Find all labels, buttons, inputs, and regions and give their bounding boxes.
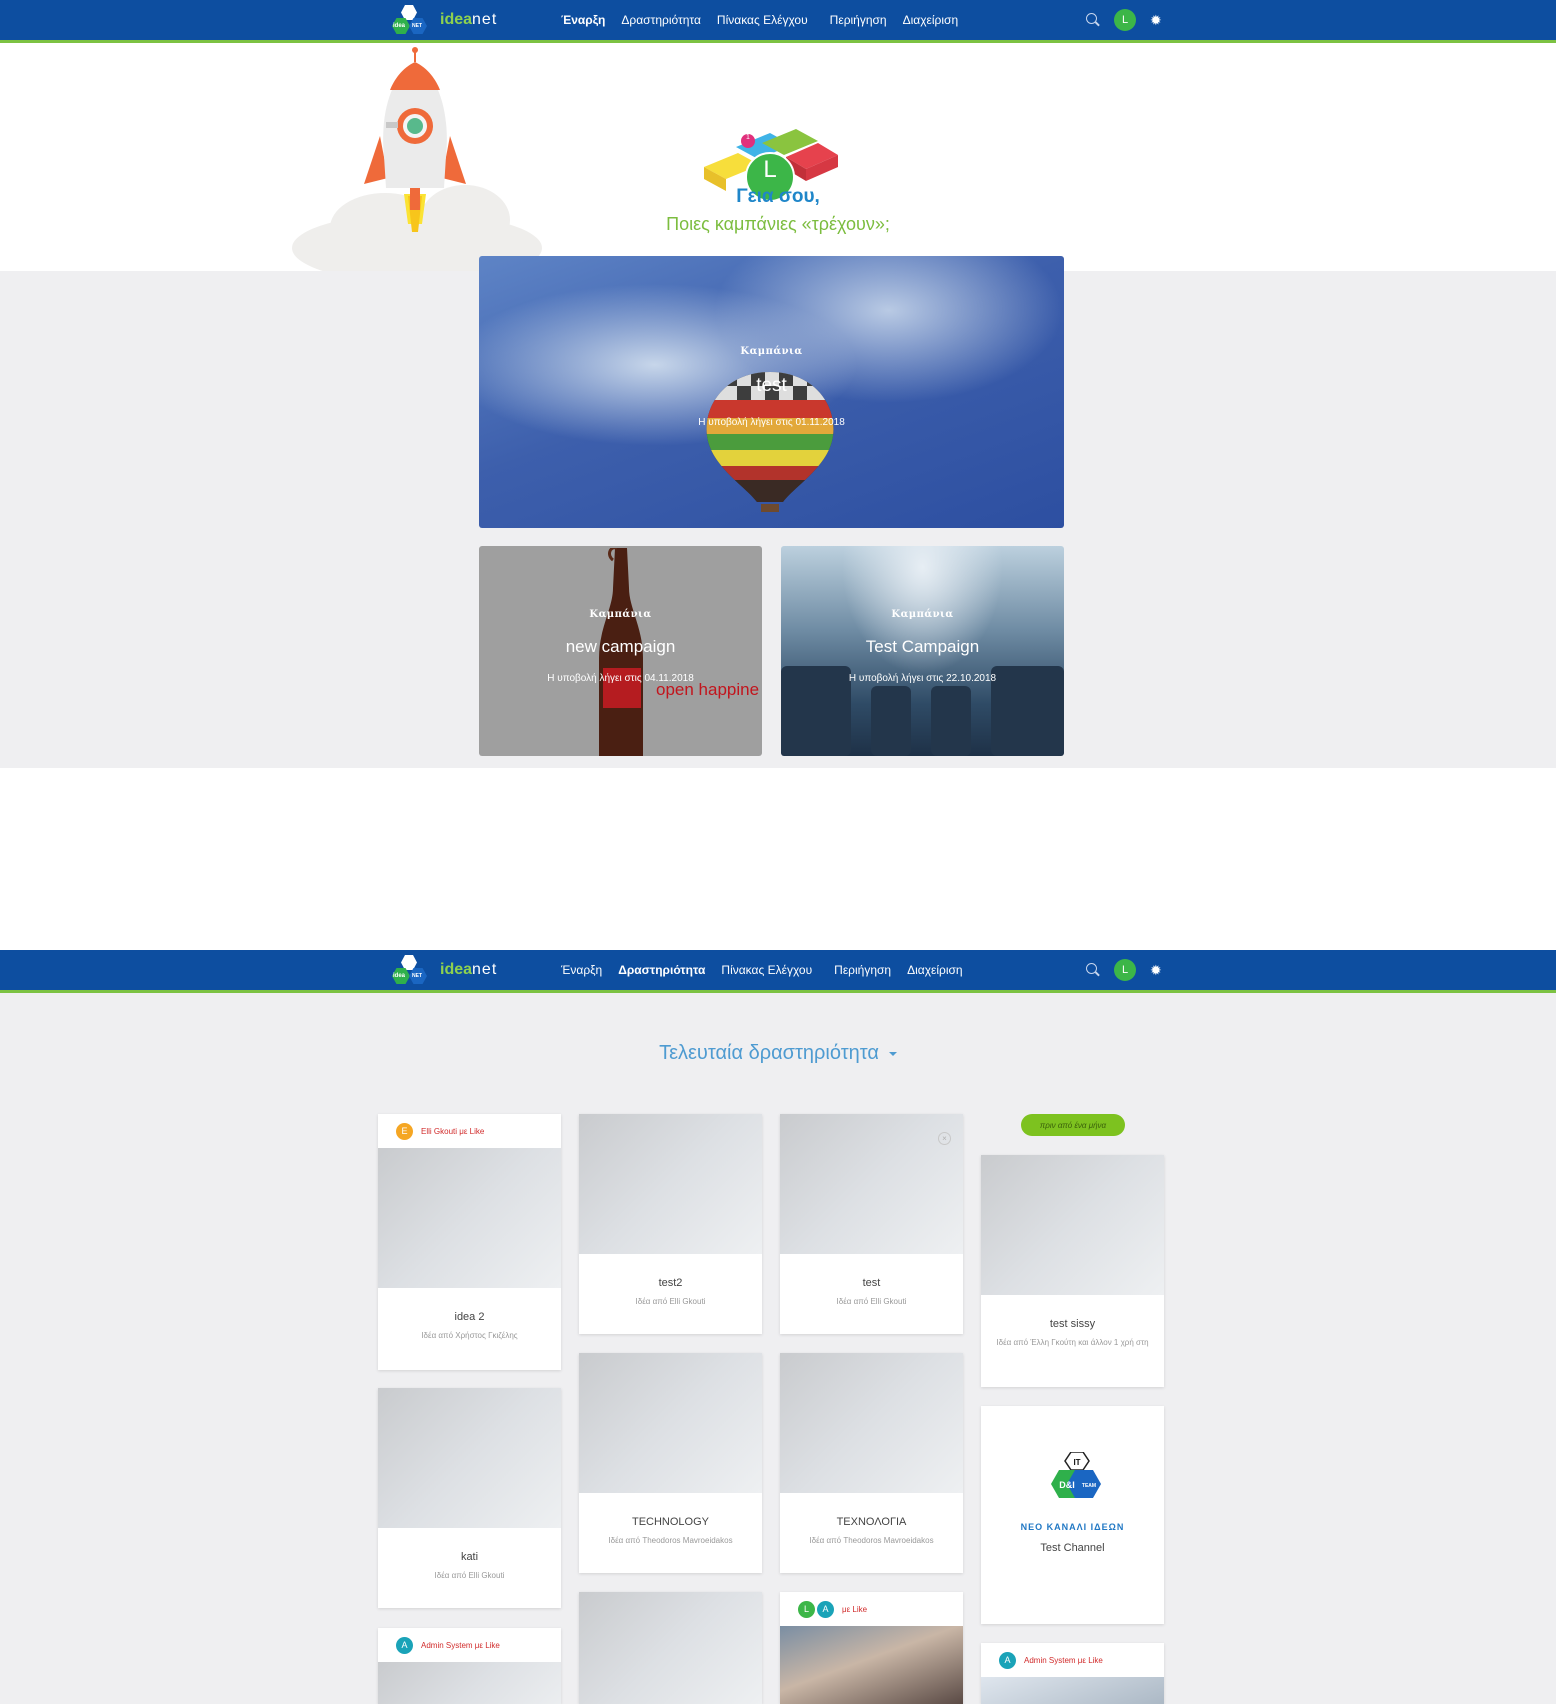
user-avatar[interactable]: L (1114, 959, 1136, 981)
avatar: L (798, 1600, 815, 1618)
nav-browse[interactable]: Περιήγηση (834, 963, 891, 977)
search-icon[interactable] (1086, 963, 1100, 977)
nav-dashboard[interactable]: Πίνακας Ελέγχου (717, 13, 808, 27)
nav-dashboard[interactable]: Πίνακας Ελέγχου (721, 963, 812, 977)
svg-text:D&I: D&I (1059, 1480, 1075, 1490)
campaign-card-new-campaign[interactable]: open happine Καμπάνια new campaign Η υπο… (479, 546, 762, 756)
idea-thumbnail (780, 1626, 963, 1704)
nav-home[interactable]: Έναρξη (561, 13, 605, 27)
campaign-card-test-campaign[interactable]: Καμπάνια Test Campaign Η υποβολή λήγει σ… (781, 546, 1064, 756)
idea-title: test2 (658, 1277, 683, 1289)
close-icon[interactable]: × (938, 1132, 951, 1145)
idea-card[interactable]: kati Ιδέα από Elli Gkouti (378, 1388, 561, 1608)
idea-title: kati (460, 1551, 479, 1563)
campaign-card-test[interactable]: Καμπάνια test Η υποβολή λήγει στις 01.11… (479, 256, 1064, 528)
idea-card[interactable]: A Admin System με Like (378, 1628, 561, 1704)
idea-thumbnail (579, 1592, 762, 1704)
avatar: A (817, 1600, 834, 1618)
idea-author: Ιδέα από Έλλη Γκούτη και άλλον 1 χρή στη (996, 1338, 1149, 1347)
idea-author: Ιδέα από Elli Gkouti (836, 1297, 907, 1306)
user-avatar[interactable]: L (1114, 9, 1136, 31)
idea-thumbnail (579, 1353, 762, 1493)
idea-card[interactable] (579, 1592, 762, 1704)
campaign-deadline: Η υποβολή λήγει στις 04.11.2018 (547, 673, 694, 684)
idea-author: Ιδέα από Theodoros Mavroeidakos (608, 1536, 733, 1545)
campaign-label: Καμπάνια (589, 609, 652, 620)
channel-card[interactable]: IT D&I TEAM ΝΕΟ ΚΑΝΑΛΙ ΙΔΕΩΝ Test Channe… (981, 1406, 1164, 1624)
idea-card[interactable]: E Elli Gkouti με Like idea 2 Ιδέα από Χρ… (378, 1114, 561, 1370)
campaign-title: Test Campaign (865, 637, 980, 656)
idea-thumbnail (378, 1388, 561, 1528)
svg-text:TEAM: TEAM (1082, 1483, 1096, 1489)
idea-card[interactable]: test sissy Ιδέα από Έλλη Γκούτη και άλλο… (981, 1155, 1164, 1387)
campaign-label: Καμπάνια (740, 346, 803, 357)
idea-author: Ιδέα από Elli Gkouti (635, 1297, 706, 1306)
logo-wordmark: ideanet (440, 11, 498, 28)
like-activity: A Admin System με Like (378, 1628, 561, 1662)
nav-admin[interactable]: Διαχείριση (903, 13, 959, 27)
channel-name: Test Channel (1040, 1542, 1105, 1554)
idea-thumbnail (378, 1662, 561, 1704)
avatar: A (999, 1651, 1016, 1669)
campaign-deadline: Η υποβολή λήγει στις 22.10.2018 (848, 673, 997, 684)
ideanet-logo[interactable]: idea NET ideanet (390, 954, 497, 986)
greeting-title: Γεια σου, (736, 186, 820, 207)
idea-author: Ιδέα από Theodoros Mavroeidakos (809, 1536, 934, 1545)
channel-team-logo-icon: IT D&I TEAM (1051, 1452, 1101, 1498)
nav-activity[interactable]: Δραστηριότητα (621, 13, 701, 27)
idea-author: Ιδέα από Χρήστος Γκιζέλης (421, 1331, 518, 1340)
like-activity: A Admin System με Like (981, 1643, 1164, 1677)
like-activity: E Elli Gkouti με Like (378, 1114, 561, 1148)
idea-thumbnail (780, 1353, 963, 1493)
idea-card[interactable]: ΤΕΧΝΟΛΟΓΙΑ Ιδέα από Theodoros Mavroeidak… (780, 1353, 963, 1573)
idea-card[interactable]: TECHNOLOGY Ιδέα από Theodoros Mavroeidak… (579, 1353, 762, 1573)
logo-mark-icon: idea NET (390, 954, 430, 986)
activity-screen (0, 993, 1556, 1704)
logo-mark-icon: idea NET (390, 4, 430, 36)
nav-admin[interactable]: Διαχείριση (907, 963, 963, 977)
idea-thumbnail (579, 1114, 762, 1254)
idea-title: idea 2 (454, 1311, 485, 1323)
campaign-label: Καμπάνια (891, 609, 954, 620)
hero-avatar-initial: L (763, 156, 777, 183)
chevron-down-icon (888, 1051, 897, 1056)
nav-browse[interactable]: Περιήγηση (830, 13, 887, 27)
notification-badge: 1 (746, 134, 750, 141)
greeting-subtitle: Ποιες καμπάνιες «τρέχουν»; (666, 214, 890, 234)
idea-card[interactable]: test2 Ιδέα από Elli Gkouti (579, 1114, 762, 1334)
ideanet-logo[interactable]: idea NET ideanet (390, 4, 497, 36)
campaign-deadline: Η υποβολή λήγει στις 01.11.2018 (698, 417, 845, 428)
idea-thumbnail (780, 1114, 963, 1254)
campaign-title: new campaign (565, 637, 676, 656)
top-nav-activity: idea NET ideanet Έναρξη Δραστηριότητα Πίν… (0, 950, 1556, 993)
search-icon[interactable] (1086, 13, 1100, 27)
activity-filter-dropdown[interactable]: Τελευταία δραστηριότητα (0, 1042, 1556, 1065)
idea-card[interactable]: × test Ιδέα από Elli Gkouti (780, 1114, 963, 1334)
top-nav: idea NET ideanet Έναρξη Δραστηριότητα Πίν… (0, 0, 1556, 43)
idea-title: ΤΕΧΝΟΛΟΓΙΑ (836, 1516, 907, 1528)
campaign-title: test (756, 375, 787, 396)
channel-heading: ΝΕΟ ΚΑΝΑΛΙ ΙΔΕΩΝ (1020, 1522, 1125, 1532)
gear-icon[interactable]: ✹ (1150, 963, 1162, 977)
idea-title: test (862, 1277, 881, 1289)
welcome-hero: L 1 Γεια σου, Ποιες καμπάνιες «τρέχουν»; (0, 43, 1556, 283)
nav-home[interactable]: Έναρξη (561, 963, 602, 977)
idea-title: test sissy (1049, 1318, 1096, 1330)
gear-icon[interactable]: ✹ (1150, 13, 1162, 27)
svg-text:IT: IT (1073, 1458, 1080, 1467)
idea-card[interactable]: A Admin System με Like (981, 1643, 1164, 1704)
logo-wordmark: ideanet (440, 961, 498, 978)
idea-thumbnail (981, 1155, 1164, 1295)
nav-activity[interactable]: Δραστηριότητα (618, 963, 705, 977)
idea-author: Ιδέα από Elli Gkouti (434, 1571, 505, 1580)
like-activity: L A με Like (780, 1592, 963, 1626)
avatar: E (396, 1122, 413, 1140)
avatar: A (396, 1636, 413, 1654)
idea-title: TECHNOLOGY (631, 1516, 709, 1528)
idea-card[interactable]: L A με Like (780, 1592, 963, 1704)
idea-thumbnail (378, 1148, 561, 1288)
time-separator-badge: πριν από ένα μήνα (1021, 1114, 1125, 1136)
idea-thumbnail (981, 1677, 1164, 1704)
